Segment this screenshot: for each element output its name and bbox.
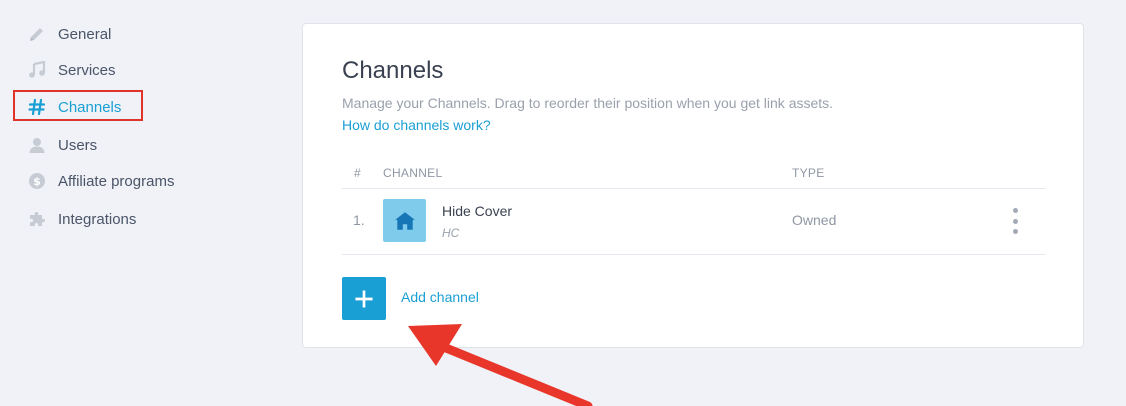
sidebar-item-label: General [58,25,112,43]
user-icon [28,136,46,154]
settings-sidebar: General Services Channels Users $ Affili… [0,0,290,406]
add-channel-button[interactable] [342,277,386,320]
sidebar-item-general[interactable]: General [28,22,111,46]
channel-avatar [383,199,426,242]
annotation-arrow [408,324,593,406]
sidebar-item-services[interactable]: Services [28,58,116,82]
column-header-type: TYPE [792,166,825,180]
sidebar-item-affiliate-programs[interactable]: $ Affiliate programs [28,169,174,193]
svg-text:$: $ [33,175,41,188]
channel-name: Hide Cover [442,203,513,219]
table-row[interactable]: 1. Hide Cover HC Owned [342,188,1046,255]
column-header-number: # [354,166,361,180]
sidebar-item-label: Channels [58,98,122,116]
house-icon [394,211,415,230]
dollar-icon: $ [28,172,46,190]
music-note-icon [28,61,46,79]
plus-icon [355,289,373,308]
sidebar-item-label: Services [58,61,116,79]
row-number: 1. [353,212,365,228]
more-options-icon[interactable] [1008,208,1022,234]
pencil-icon [28,25,46,43]
sidebar-item-channels[interactable]: Channels [28,95,121,119]
add-channel-link[interactable]: Add channel [401,289,479,305]
page-description: Manage your Channels. Drag to reorder th… [342,95,834,111]
help-link[interactable]: How do channels work? [342,117,491,133]
column-header-channel: CHANNEL [383,166,443,180]
channels-card: Channels Manage your Channels. Drag to r… [302,23,1084,348]
sidebar-item-users[interactable]: Users [28,133,97,157]
hashtag-icon [28,98,46,116]
sidebar-item-integrations[interactable]: Integrations [28,207,136,231]
channel-type: Owned [792,212,837,228]
puzzle-icon [28,210,46,228]
sidebar-item-label: Affiliate programs [58,172,175,190]
page-title: Channels [342,57,444,84]
channel-code: HC [442,226,460,240]
table-header: # CHANNEL TYPE [342,166,1046,189]
sidebar-item-label: Users [58,136,98,154]
sidebar-item-label: Integrations [58,210,137,228]
